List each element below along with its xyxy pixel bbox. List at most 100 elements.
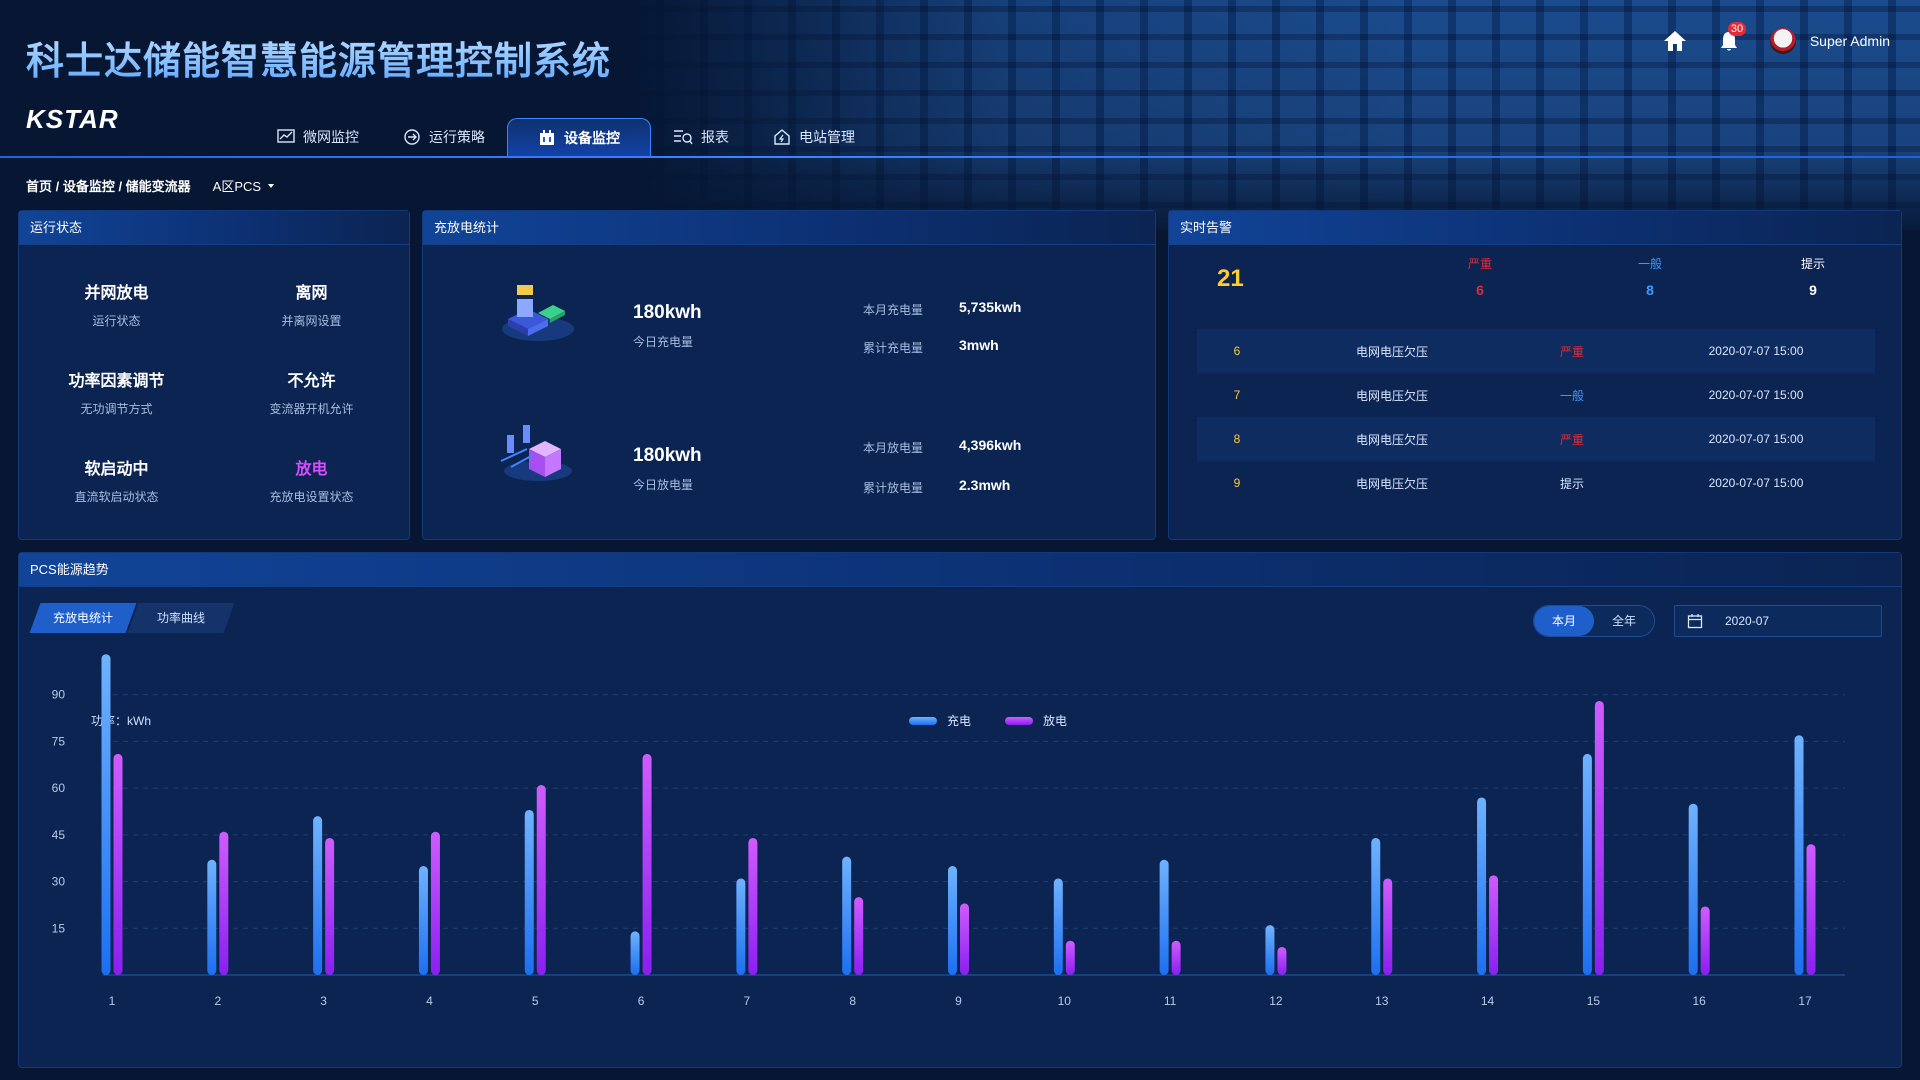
bar-discharge [1489, 875, 1499, 975]
home-icon[interactable] [1662, 28, 1688, 54]
tab-charge-stats[interactable]: 充放电统计 [29, 603, 137, 633]
bar-discharge [1594, 700, 1604, 975]
y-tick-label: 75 [52, 734, 66, 748]
nav-item-station[interactable]: 电站管理 [751, 118, 877, 156]
table-row[interactable]: 8 电网电压欠压 严重 2020-07-07 15:00 [1197, 417, 1875, 461]
panel-title: 实时告警 [1169, 211, 1901, 245]
status-item: 软启动中 直流软启动状态 [19, 455, 214, 505]
table-row[interactable]: 6 电网电压欠压 严重 2020-07-07 15:00 [1197, 329, 1875, 373]
tab-label: 功率曲线 [156, 611, 205, 625]
bar-discharge [1806, 844, 1816, 975]
today-discharge-label: 今日放电量 [633, 478, 694, 492]
range-option-month[interactable]: 本月 [1534, 606, 1594, 636]
status-label: 运行状态 [92, 314, 141, 328]
bar-charge [1794, 735, 1804, 975]
total-charge-label: 累计充电量 [863, 341, 924, 355]
bar-charge [524, 809, 534, 975]
bar-discharge [113, 753, 123, 975]
alarm-desc: 电网电压欠压 [1355, 388, 1428, 403]
x-tick-label: 15 [1587, 994, 1601, 1008]
bar-charge [630, 931, 640, 975]
bar-discharge [1383, 878, 1393, 975]
alarm-time: 2020-07-07 15:00 [1708, 344, 1804, 358]
discharge-row: 180kwh 今日放电量 本月放电量 4,396kwh 累计放电量 2.3mwh [423, 409, 1155, 529]
notification-badge: 30 [1727, 22, 1747, 36]
report-icon [674, 130, 693, 145]
x-tick-label: 5 [532, 994, 539, 1008]
bar-discharge [1700, 906, 1710, 975]
strategy-icon [404, 129, 420, 145]
alarm-level-count: 6 [1476, 282, 1484, 298]
alarm-level-count: 9 [1809, 282, 1817, 298]
app-title: 科士达储能智慧能源管理控制系统 [26, 30, 611, 85]
alarm-desc: 电网电压欠压 [1355, 432, 1428, 447]
bar-charge [313, 816, 323, 975]
nav-item-report[interactable]: 报表 [651, 118, 751, 156]
avatar[interactable] [1769, 28, 1796, 54]
user-name[interactable]: Super Admin [1810, 33, 1890, 49]
nav-item-device[interactable]: 设备监控 [507, 118, 651, 156]
status-value: 离网 [295, 285, 328, 302]
device-icon [540, 129, 554, 145]
nav-item-strategy[interactable]: 运行策略 [381, 118, 507, 156]
trend-tabs: 充放电统计 功率曲线 [29, 603, 235, 633]
x-tick-label: 9 [955, 994, 962, 1008]
caret-down-icon [268, 183, 275, 188]
month-discharge-label: 本月放电量 [863, 441, 924, 455]
run-status-panel: 运行状态 并网放电 运行状态 离网 并离网设置 功率因素调节 无功调节方式 不允… [18, 210, 410, 540]
charge-row: 180kwh 今日充电量 本月充电量 5,735kwh 累计充电量 3mwh [423, 271, 1155, 391]
date-picker[interactable]: 2020-07 [1674, 605, 1882, 637]
status-value: 功率因素调节 [68, 373, 165, 390]
alarm-level-severe[interactable]: 严重 6 [1450, 255, 1510, 298]
bell-icon[interactable]: 30 [1716, 22, 1747, 54]
table-row[interactable]: 7 电网电压欠压 一般 2020-07-07 15:00 [1197, 373, 1875, 417]
alarm-num: 8 [1233, 432, 1241, 446]
x-tick-label: 1 [109, 994, 116, 1008]
legend-label: 充电 [947, 713, 971, 728]
alarm-level: 严重 [1559, 344, 1584, 359]
bar-discharge [1065, 940, 1075, 975]
header-actions: 30 Super Admin [1662, 22, 1890, 54]
x-tick-label: 7 [744, 994, 751, 1008]
logo: KSTAR [26, 104, 119, 134]
alarm-table: 6 电网电压欠压 严重 2020-07-07 15:00 7 电网电压欠压 一般… [1197, 329, 1875, 505]
nav-item-microgrid[interactable]: 微网监控 [255, 118, 381, 156]
date-value: 2020-07 [1725, 614, 1770, 628]
alarm-level-hint[interactable]: 提示 9 [1783, 255, 1843, 298]
breadcrumb: 首页 / 设备监控 / 储能变流器 A区PCS [26, 176, 275, 195]
realtime-alarm-panel: 实时告警 21 严重 6 一般 8 提示 9 6 电网电压欠压 严重 2020-… [1168, 210, 1902, 540]
status-item: 不允许 变流器开机允许 [214, 367, 409, 417]
nav-label: 设备监控 [564, 129, 620, 146]
bar-discharge [1171, 940, 1181, 975]
y-axis-label: 功率：kWh [91, 713, 151, 728]
device-select[interactable]: A区PCS [213, 176, 275, 195]
alarm-level: 提示 [1559, 476, 1584, 491]
tab-power-curve[interactable]: 功率曲线 [127, 603, 235, 633]
table-row[interactable]: 9 电网电压欠压 提示 2020-07-07 15:00 [1197, 461, 1875, 505]
bar-discharge [1277, 946, 1287, 975]
status-label: 无功调节方式 [80, 402, 153, 416]
tab-label: 充放电统计 [52, 611, 113, 625]
panel-title: 运行状态 [19, 211, 409, 245]
bar-discharge [960, 903, 969, 975]
alarm-level: 严重 [1559, 432, 1584, 447]
bar-charge [207, 859, 217, 975]
today-charge-value: 180kwh [633, 302, 702, 323]
nav-underline [0, 156, 1920, 158]
x-tick-label: 16 [1693, 994, 1707, 1008]
x-tick-label: 2 [214, 994, 221, 1008]
breadcrumb-path[interactable]: 首页 / 设备监控 / 储能变流器 [26, 176, 191, 195]
bar-charge [736, 878, 746, 975]
bar-charge [1688, 803, 1698, 975]
bar-charge [418, 866, 428, 975]
alarm-level-normal[interactable]: 一般 8 [1620, 255, 1680, 298]
bar-charge [101, 654, 111, 975]
month-charge-value: 5,735kwh [959, 299, 1022, 315]
y-tick-label: 15 [52, 921, 66, 935]
x-tick-label: 17 [1798, 994, 1812, 1008]
status-label: 直流软启动状态 [74, 490, 159, 504]
alarm-desc: 电网电压欠压 [1355, 344, 1428, 359]
range-option-year[interactable]: 全年 [1594, 606, 1654, 636]
alarm-desc: 电网电压欠压 [1355, 476, 1428, 491]
y-tick-label: 30 [52, 875, 66, 889]
